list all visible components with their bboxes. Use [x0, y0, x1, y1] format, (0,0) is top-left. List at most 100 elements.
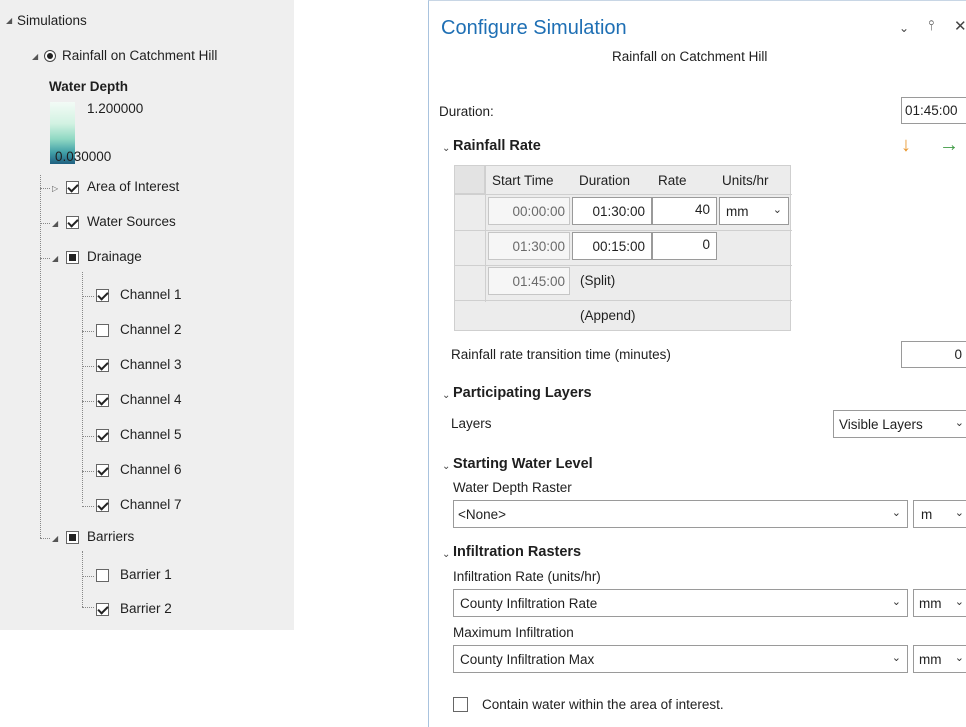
expand-area-of-interest-icon[interactable]: [52, 184, 58, 193]
chevron-down-icon: ⌄: [772, 204, 782, 216]
duration-input[interactable]: 01:45:00: [901, 97, 966, 124]
row1-duration-input[interactable]: 01:30:00: [572, 197, 652, 225]
starting-water-level-heading[interactable]: Starting Water Level: [453, 456, 593, 472]
split-start-time: 01:45:00: [488, 267, 570, 295]
collapse-drainage-icon[interactable]: [52, 254, 58, 263]
collapse-water-sources-icon[interactable]: [52, 219, 58, 228]
channel-2-label[interactable]: Channel 2: [120, 322, 182, 337]
channel-4-label[interactable]: Channel 4: [120, 392, 182, 407]
barrier-2-label[interactable]: Barrier 2: [120, 601, 172, 616]
channel-5-label[interactable]: Channel 5: [120, 427, 182, 442]
layers-label: Layers: [451, 416, 492, 431]
infiltration-rate-unit-select[interactable]: mm ⌄: [913, 589, 966, 617]
infiltration-rate-value: County Infiltration Rate: [460, 596, 598, 611]
collapse-section-chevron-icon[interactable]: ⌄: [442, 390, 450, 401]
row1-rate-value: 40: [694, 202, 710, 217]
simulations-root-label[interactable]: Simulations: [17, 13, 87, 28]
tree-connector-line: [40, 175, 41, 538]
contain-water-label[interactable]: Contain water within the area of interes…: [482, 697, 724, 712]
collapse-barriers-icon[interactable]: [52, 534, 58, 543]
barrier-2-checkbox[interactable]: [96, 603, 109, 616]
max-infiltration-unit-select[interactable]: mm ⌄: [913, 645, 966, 673]
infiltration-rate-unit-value: mm: [919, 596, 942, 611]
append-row-button[interactable]: (Append): [580, 308, 636, 323]
transition-time-input[interactable]: 0: [901, 341, 966, 368]
transition-time-label: Rainfall rate transition time (minutes): [451, 347, 671, 362]
water-depth-unit-select[interactable]: m ⌄: [913, 500, 966, 528]
tree-connector-line: [40, 223, 50, 224]
collapse-simulation-icon[interactable]: [32, 52, 38, 61]
channel-1-label[interactable]: Channel 1: [120, 287, 182, 302]
channel-7-label[interactable]: Channel 7: [120, 497, 182, 512]
water-sources-label[interactable]: Water Sources: [87, 214, 176, 229]
barrier-1-label[interactable]: Barrier 1: [120, 567, 172, 582]
chevron-down-icon[interactable]: ⌄: [899, 21, 909, 35]
tree-connector-line: [82, 296, 94, 297]
drainage-checkbox[interactable]: [66, 251, 79, 264]
tree-connector-line: [40, 258, 50, 259]
tree-connector-line: [82, 331, 94, 332]
water-depth-unit-value: m: [921, 507, 933, 522]
channel-7-checkbox[interactable]: [96, 499, 109, 512]
table-divider: [455, 230, 792, 231]
row2-duration-value: 00:15:00: [592, 239, 645, 254]
import-arrow-icon[interactable]: ↓: [901, 134, 911, 157]
area-of-interest-checkbox[interactable]: [66, 181, 79, 194]
channel-4-checkbox[interactable]: [96, 394, 109, 407]
chevron-down-icon: ⌄: [891, 507, 901, 519]
area-of-interest-label[interactable]: Area of Interest: [87, 179, 179, 194]
row1-duration-value: 01:30:00: [592, 204, 645, 219]
simulation-radio[interactable]: [44, 50, 56, 62]
collapse-simulations-icon[interactable]: [6, 16, 12, 25]
close-icon[interactable]: ✕: [954, 17, 966, 35]
tree-connector-line: [82, 607, 94, 608]
collapse-section-chevron-icon[interactable]: ⌄: [442, 143, 450, 154]
channel-2-checkbox[interactable]: [96, 324, 109, 337]
legend-min-value: 0.030000: [55, 149, 112, 164]
row1-rate-input[interactable]: 40: [652, 197, 717, 225]
collapse-section-chevron-icon[interactable]: ⌄: [442, 461, 450, 472]
tree-connector-line: [82, 576, 94, 577]
channel-1-checkbox[interactable]: [96, 289, 109, 302]
drainage-label[interactable]: Drainage: [87, 249, 142, 264]
row2-rate-value: 0: [702, 237, 710, 252]
tree-connector-line: [40, 538, 50, 539]
water-sources-checkbox[interactable]: [66, 216, 79, 229]
channel-6-checkbox[interactable]: [96, 464, 109, 477]
split-row-button[interactable]: (Split): [580, 273, 615, 288]
barriers-checkbox[interactable]: [66, 531, 79, 544]
max-infiltration-label: Maximum Infiltration: [453, 625, 574, 640]
barriers-label[interactable]: Barriers: [87, 529, 134, 544]
layers-select-value: Visible Layers: [839, 417, 923, 432]
row2-rate-input[interactable]: 0: [652, 232, 717, 260]
tree-connector-line: [82, 551, 83, 607]
layers-select[interactable]: Visible Layers ⌄: [833, 410, 966, 438]
infiltration-rate-select[interactable]: County Infiltration Rate ⌄: [453, 589, 908, 617]
pane-subtitle: Rainfall on Catchment Hill: [612, 49, 768, 64]
table-divider: [485, 166, 486, 302]
channel-5-checkbox[interactable]: [96, 429, 109, 442]
rainfall-rate-heading[interactable]: Rainfall Rate: [453, 138, 541, 154]
channel-3-label[interactable]: Channel 3: [120, 357, 182, 372]
pane-title: Configure Simulation: [441, 17, 627, 39]
row2-duration-input[interactable]: 00:15:00: [572, 232, 652, 260]
barrier-1-checkbox[interactable]: [96, 569, 109, 582]
water-depth-raster-select[interactable]: <None> ⌄: [453, 500, 908, 528]
channel-3-checkbox[interactable]: [96, 359, 109, 372]
simulation-label[interactable]: Rainfall on Catchment Hill: [62, 48, 217, 63]
row1-units-select[interactable]: mm ⌄: [719, 197, 789, 225]
pin-icon[interactable]: ⫯: [928, 17, 934, 34]
infiltration-rasters-heading[interactable]: Infiltration Rasters: [453, 544, 581, 560]
row1-start-time-value: 00:00:00: [512, 204, 565, 219]
chevron-down-icon: ⌄: [891, 652, 901, 664]
export-arrow-icon[interactable]: →: [939, 134, 959, 157]
max-infiltration-select[interactable]: County Infiltration Max ⌄: [453, 645, 908, 673]
transition-time-value: 0: [954, 347, 962, 362]
participating-layers-heading[interactable]: Participating Layers: [453, 385, 592, 401]
split-start-time-value: 01:45:00: [512, 274, 565, 289]
tree-connector-line: [82, 272, 83, 503]
contain-water-checkbox[interactable]: [453, 697, 468, 712]
collapse-section-chevron-icon[interactable]: ⌄: [442, 549, 450, 560]
infiltration-rate-label: Infiltration Rate (units/hr): [453, 569, 601, 584]
channel-6-label[interactable]: Channel 6: [120, 462, 182, 477]
